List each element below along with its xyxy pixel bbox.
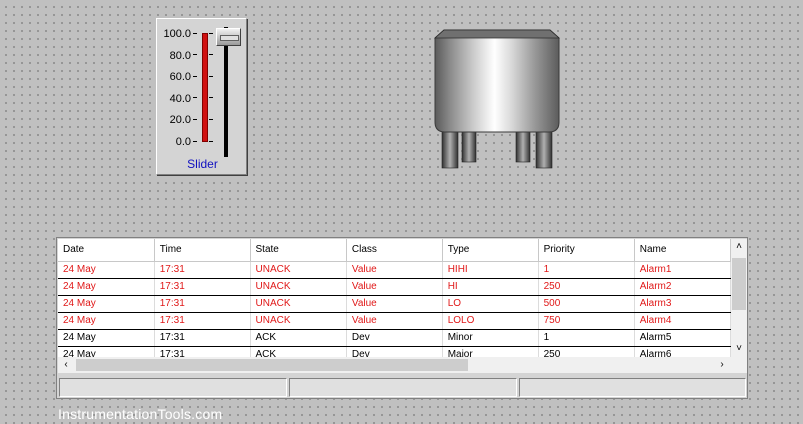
cell-time: 17:31 (154, 329, 251, 347)
cell-name: Alarm6 (634, 346, 731, 357)
scroll-right-icon[interactable]: › (714, 357, 730, 373)
slider-track[interactable] (224, 27, 228, 157)
level-bar-ticks (209, 33, 213, 143)
table-row[interactable]: 24 May 17:31 UNACK Value LOLO 750 Alarm4 (58, 312, 731, 330)
column-header-type[interactable]: Type (442, 239, 539, 262)
cell-class: Value (346, 261, 443, 279)
cell-date: 24 May (58, 261, 155, 279)
horizontal-scroll-thumb[interactable] (76, 359, 468, 371)
scale-ticks (193, 33, 197, 143)
column-header-name[interactable]: Name (634, 239, 731, 262)
cell-state: ACK (250, 346, 347, 357)
scroll-left-icon[interactable]: ‹ (58, 357, 74, 373)
scale-label-0: 0.0 (175, 136, 191, 148)
scroll-down-icon[interactable]: ˅ (731, 341, 747, 357)
status-bar-cell-2 (289, 378, 517, 397)
horizontal-scrollbar[interactable]: ‹ › (58, 357, 747, 373)
cell-priority: 250 (538, 278, 635, 296)
cell-type: HI (442, 278, 539, 296)
slider-caption: Slider (187, 157, 218, 171)
column-header-time[interactable]: Time (154, 239, 251, 262)
cell-name: Alarm5 (634, 329, 731, 347)
cell-class: Dev (346, 346, 443, 357)
cell-priority: 1 (538, 261, 635, 279)
scale-label-100: 100.0 (163, 28, 191, 40)
watermark: InstrumentationTools.com (58, 406, 223, 422)
column-header-priority[interactable]: Priority (538, 239, 635, 262)
storage-tank-icon (434, 29, 560, 169)
cell-state: UNACK (250, 312, 347, 330)
table-row[interactable]: 24 May 17:31 ACK Dev Minor 1 Alarm5 (58, 329, 731, 347)
alarm-table: Date Time State Class Type Priority Name… (58, 239, 731, 357)
cell-time: 17:31 (154, 312, 251, 330)
slider-widget: 100.0 80.0 60.0 40.0 20.0 0.0 Slider (156, 18, 247, 175)
cell-class: Value (346, 295, 443, 313)
cell-name: Alarm4 (634, 312, 731, 330)
status-bar-cell-1 (59, 378, 287, 397)
scale-label-80: 80.0 (169, 50, 191, 62)
cell-name: Alarm1 (634, 261, 731, 279)
cell-priority: 250 (538, 346, 635, 357)
cell-priority: 1 (538, 329, 635, 347)
cell-priority: 750 (538, 312, 635, 330)
alarm-table-header: Date Time State Class Type Priority Name (58, 239, 731, 262)
vertical-scrollbar[interactable]: ˄ ˅ (731, 239, 747, 357)
scale-label-40: 40.0 (169, 93, 191, 105)
cell-date: 24 May (58, 346, 155, 357)
alarm-grid: Date Time State Class Type Priority Name… (58, 239, 731, 357)
table-row[interactable]: 24 May 17:31 UNACK Value HI 250 Alarm2 (58, 278, 731, 296)
scale-label-20: 20.0 (169, 114, 191, 126)
cell-state: ACK (250, 329, 347, 347)
scale-label-60: 60.0 (169, 71, 191, 83)
cell-priority: 500 (538, 295, 635, 313)
cell-state: UNACK (250, 295, 347, 313)
alarm-table-panel: Date Time State Class Type Priority Name… (56, 237, 748, 399)
column-header-date[interactable]: Date (58, 239, 155, 262)
cell-date: 24 May (58, 278, 155, 296)
cell-name: Alarm2 (634, 278, 731, 296)
column-header-state[interactable]: State (250, 239, 347, 262)
cell-type: LOLO (442, 312, 539, 330)
cell-time: 17:31 (154, 346, 251, 357)
column-header-class[interactable]: Class (346, 239, 443, 262)
vertical-scroll-thumb[interactable] (732, 258, 746, 310)
table-row[interactable]: 24 May 17:31 UNACK Value HIHI 1 Alarm1 (58, 261, 731, 279)
cell-type: LO (442, 295, 539, 313)
level-bar (202, 33, 208, 142)
cell-name: Alarm3 (634, 295, 731, 313)
cell-date: 24 May (58, 312, 155, 330)
cell-date: 24 May (58, 329, 155, 347)
cell-state: UNACK (250, 261, 347, 279)
table-row[interactable]: 24 May 17:31 ACK Dev Major 250 Alarm6 (58, 346, 731, 357)
cell-class: Value (346, 312, 443, 330)
slider-thumb[interactable] (216, 28, 241, 46)
cell-time: 17:31 (154, 278, 251, 296)
cell-class: Dev (346, 329, 443, 347)
scroll-up-icon[interactable]: ˄ (731, 239, 747, 255)
cell-time: 17:31 (154, 295, 251, 313)
table-row[interactable]: 24 May 17:31 UNACK Value LO 500 Alarm3 (58, 295, 731, 313)
cell-state: UNACK (250, 278, 347, 296)
cell-time: 17:31 (154, 261, 251, 279)
cell-class: Value (346, 278, 443, 296)
status-bar-cell-3 (519, 378, 746, 397)
cell-type: HIHI (442, 261, 539, 279)
cell-type: Minor (442, 329, 539, 347)
cell-type: Major (442, 346, 539, 357)
cell-date: 24 May (58, 295, 155, 313)
